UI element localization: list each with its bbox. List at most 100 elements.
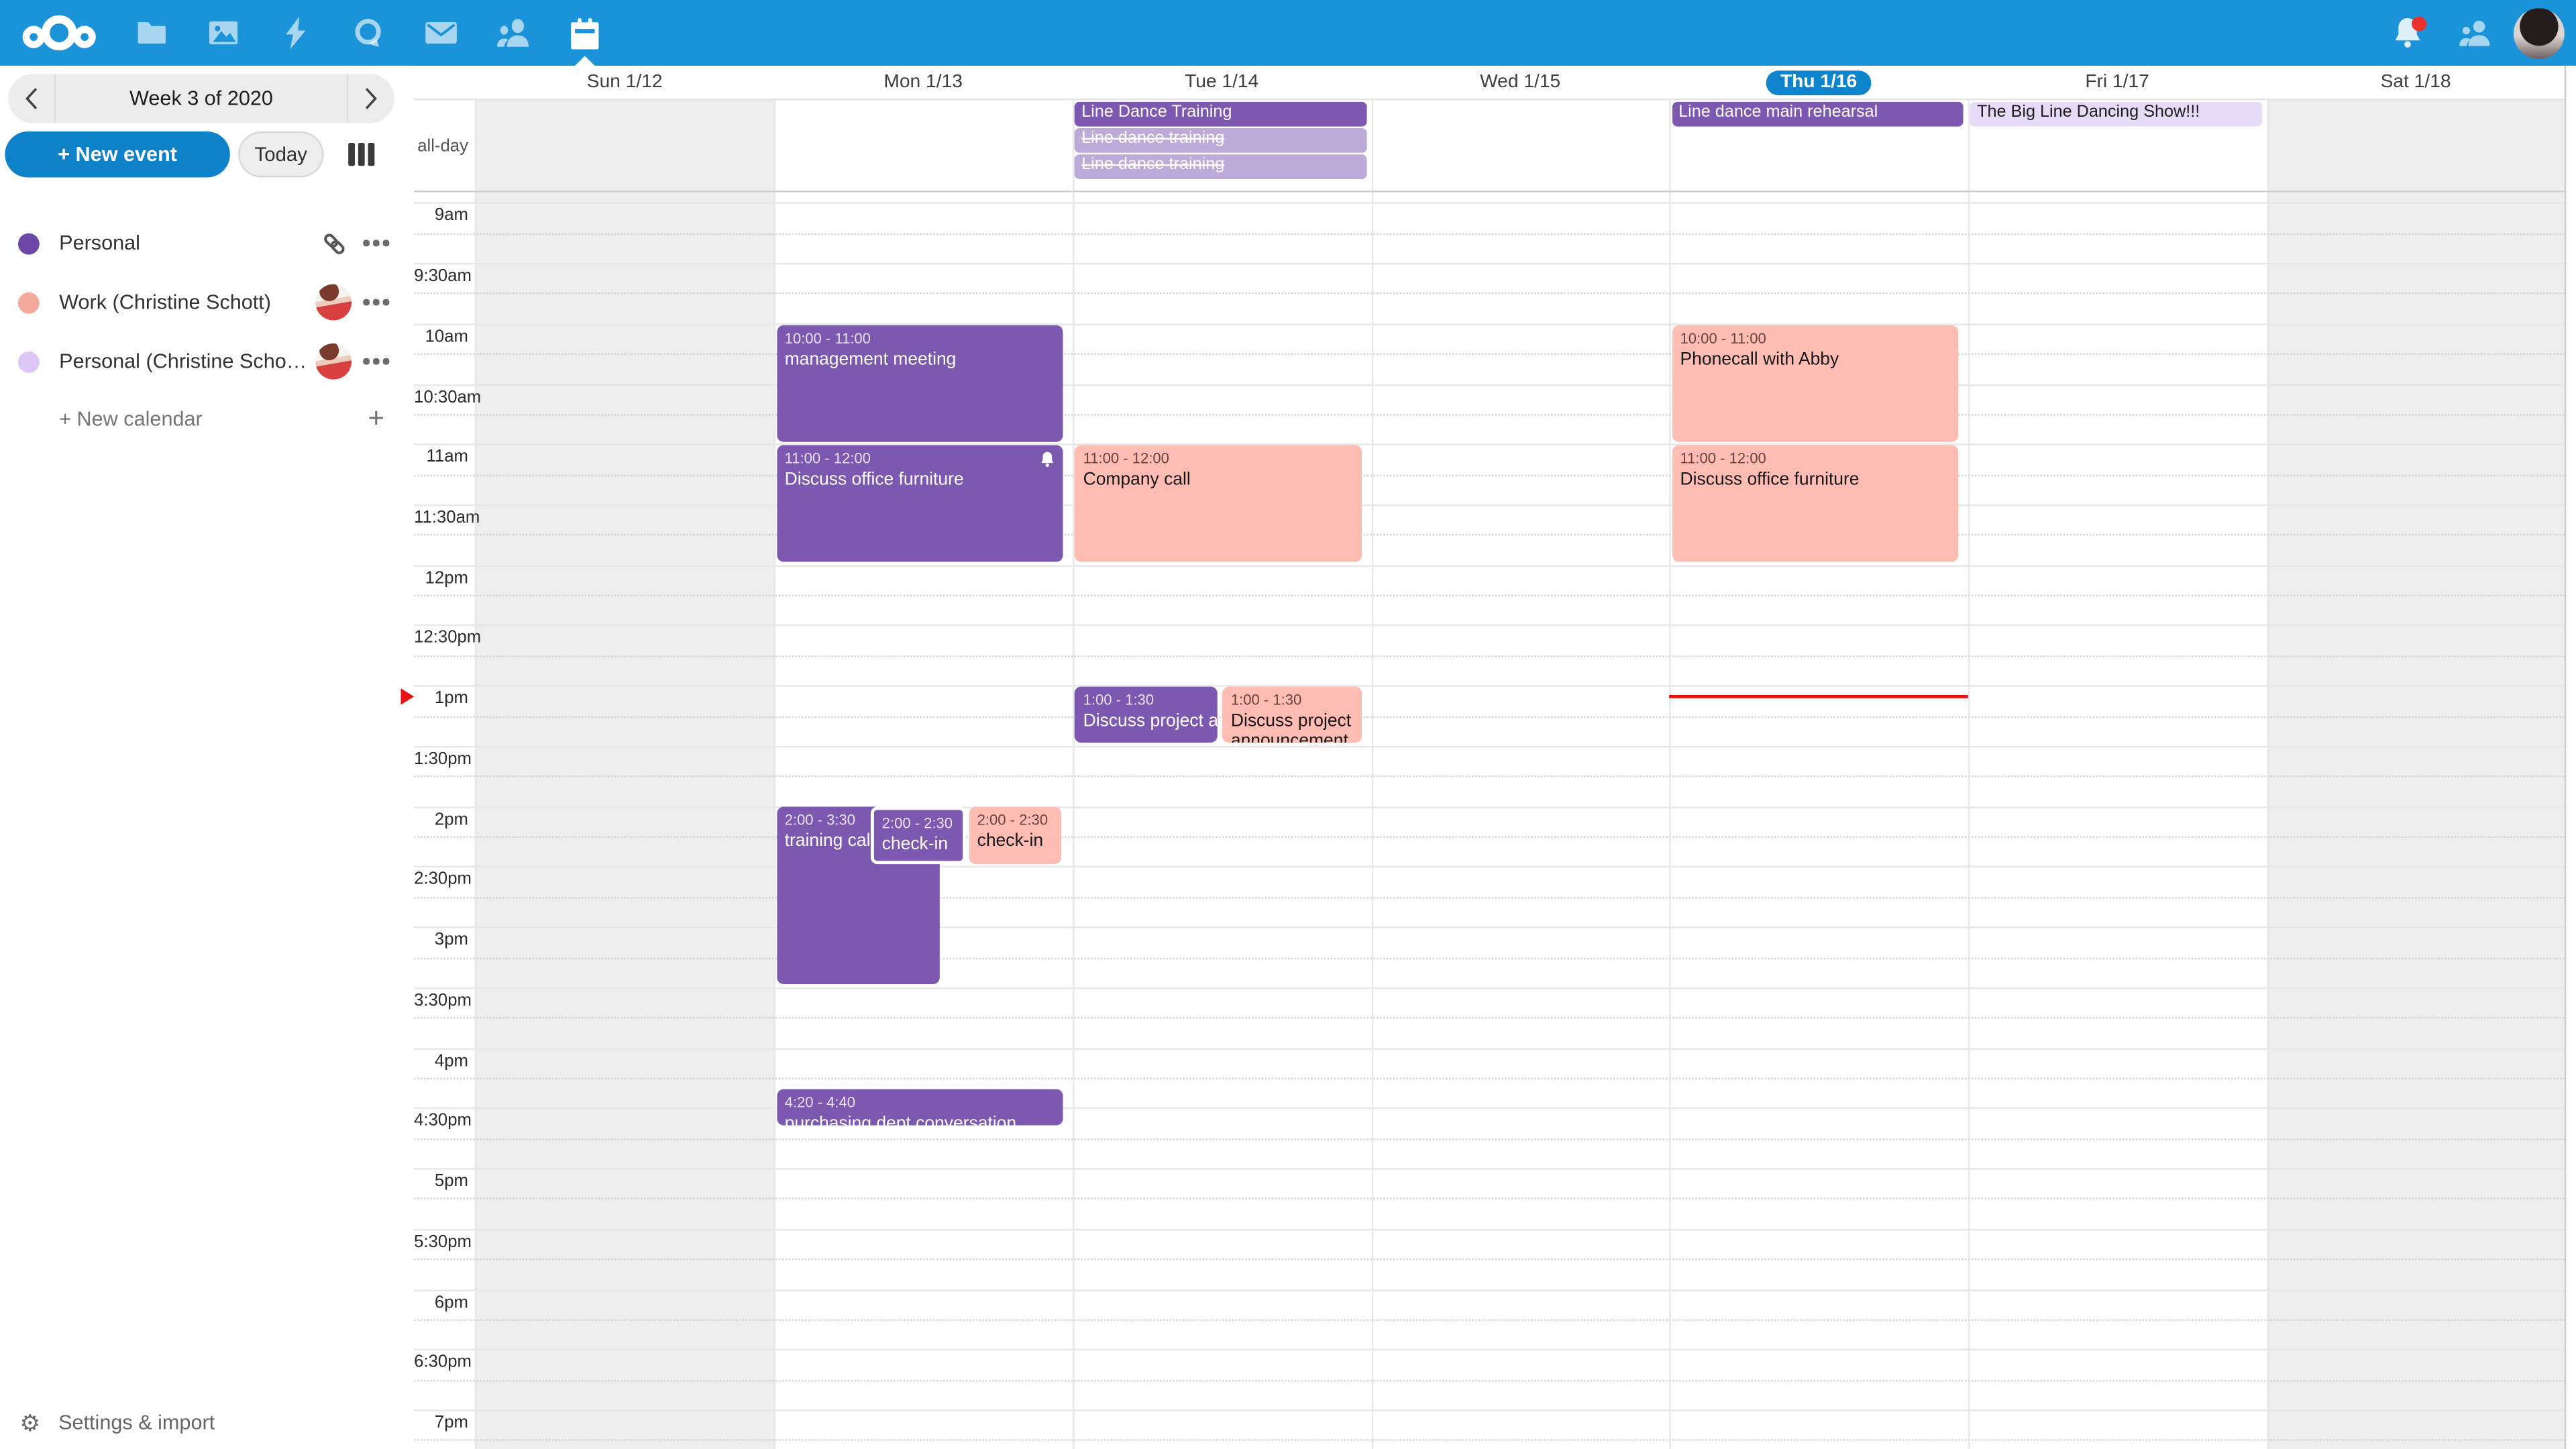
event-title: Company call [1083,470,1356,490]
all-day-event[interactable]: Line Dance Training [1075,103,1366,127]
calendar-list-item[interactable]: Work (Christine Schott) [0,273,414,332]
day-header-tue[interactable]: Tue 1/14 [1073,66,1371,99]
event[interactable]: 11:00 - 12:00Company call [1075,445,1362,562]
settings-label: Settings & import [58,1411,215,1434]
event-time: 10:00 - 11:00 [785,329,1057,347]
nextcloud-calendar-app: Week 3 of 2020 + New event Today Persona… [0,0,2576,1449]
calendar-color-dot [18,292,40,313]
time-axis-label: 2:30pm [414,870,468,892]
day-column[interactable] [1371,193,1670,1449]
event-time: 11:00 - 12:00 [1680,450,1953,468]
day-header-wed[interactable]: Wed 1/15 [1371,66,1670,99]
time-axis-label: 3:30pm [414,990,468,1012]
event[interactable]: 11:00 - 12:00 Discuss office furniture [1672,445,1959,562]
mail-app-icon[interactable] [404,0,476,66]
settings-and-import[interactable]: ⚙ Settings & import [0,1397,414,1449]
time-axis-label: 10am [414,327,468,348]
next-week-button[interactable] [348,74,394,123]
time-axis-label: 5pm [414,1171,468,1193]
calendar-name: Personal [59,231,312,254]
calendar-item-actions [315,284,397,321]
calendar-menu-icon[interactable] [355,299,398,305]
time-axis-label: 7pm [414,1413,468,1434]
calendar-list-item[interactable]: Personal (Christine Scho… [0,332,414,391]
all-day-row: all-day Line Dance TrainingLine dance tr… [414,99,2576,193]
day-header-sun[interactable]: Sun 1/12 [476,66,774,99]
all-day-event[interactable]: The Big Line Dancing Show!!! [1970,103,2262,127]
notifications-bell-icon[interactable] [2382,0,2433,66]
event-time: 11:00 - 12:00 [785,450,1057,468]
view-switcher-icon[interactable] [348,143,374,166]
day-column[interactable] [2267,193,2565,1449]
calendar-app-icon[interactable] [549,0,621,66]
event-title: check-in [977,832,1055,851]
calendar-menu-icon[interactable] [355,240,398,246]
event[interactable]: 2:00 - 2:30check-in [871,808,966,864]
contacts-app-icon[interactable] [476,0,549,66]
event-title: Discuss project announcement [1083,711,1212,731]
today-button[interactable]: Today [238,131,323,178]
calendar-name: Personal (Christine Scho… [59,350,315,373]
new-event-button[interactable]: + New event [5,131,230,178]
day-column[interactable] [476,193,774,1449]
scrollbar[interactable] [2565,66,2576,1449]
previous-week-button[interactable] [8,74,54,123]
calendar-color-dot [18,351,40,372]
event-title: Discuss office furniture [1680,470,1953,490]
time-axis-label: 10:30am [414,387,468,409]
topbar-right [2382,0,2565,66]
time-axis-label: 1:30pm [414,749,468,771]
time-axis-label: 2pm [414,810,468,831]
event[interactable]: 2:00 - 2:30check-in [969,808,1061,864]
day-header-sat[interactable]: Sat 1/18 [2267,66,2565,99]
time-axis-label: 6pm [414,1292,468,1313]
event-time: 10:00 - 11:00 [1680,329,1953,347]
new-calendar-button[interactable]: + New calendar+ [0,389,414,448]
time-axis-label: 6:30pm [414,1352,468,1374]
time-axis-label: 4:30pm [414,1111,468,1132]
all-day-event[interactable]: Line dance main rehearsal [1672,103,1964,127]
time-axis-label: 1pm [414,689,468,710]
nextcloud-logo[interactable] [19,13,99,53]
calendar-list-item[interactable]: Personal [0,213,414,272]
time-axis-label: 12:30pm [414,629,468,650]
event[interactable]: 10:00 - 11:00Phonecall with Abby [1672,325,1959,441]
contacts-menu-icon[interactable] [2448,0,2499,66]
all-day-cell[interactable] [476,101,774,191]
time-axis-label: 9am [414,206,468,227]
event[interactable]: 10:00 - 11:00management meeting [776,325,1063,441]
time-axis-label: 11am [414,447,468,469]
time-axis-label: 4pm [414,1051,468,1072]
all-day-cell[interactable] [1371,101,1670,191]
event[interactable]: 4:20 - 4:40purchasing dept conversation [776,1089,1063,1125]
talk-app-icon[interactable] [332,0,405,66]
all-day-cell[interactable] [774,101,1073,191]
user-avatar[interactable] [2514,7,2565,58]
new-calendar-label: + New calendar [59,407,355,430]
calendar-name: Work (Christine Schott) [59,290,315,313]
time-axis-label: 9:30am [414,266,468,288]
event-title: purchasing dept conversation [785,1114,1057,1133]
all-day-event[interactable]: Line dance training [1075,129,1366,153]
plus-icon: + [355,402,398,435]
gear-icon: ⚙ [19,1409,40,1437]
event-title: check-in [882,835,956,855]
event[interactable]: 1:00 - 1:30Discuss project announcement [1075,687,1218,743]
event[interactable]: 1:00 - 1:30Discuss project announcement [1223,687,1363,743]
calendar-menu-icon[interactable] [355,359,398,364]
calendar-item-actions [312,231,397,256]
files-app-icon[interactable] [115,0,187,66]
day-column[interactable] [1968,193,2267,1449]
week-label[interactable]: Week 3 of 2020 [56,87,346,110]
day-header-fri[interactable]: Fri 1/17 [1968,66,2267,99]
activity-app-icon[interactable] [260,0,332,66]
event[interactable]: 11:00 - 12:00Discuss office furniture [776,445,1063,562]
day-header-mon[interactable]: Mon 1/13 [774,66,1073,99]
all-day-event[interactable]: Line dance training [1075,155,1366,179]
day-header-thu[interactable]: Thu 1/16 [1670,66,1968,99]
photos-app-icon[interactable] [187,0,260,66]
all-day-cell[interactable] [2267,101,2565,191]
share-link-icon[interactable] [312,231,355,256]
day-column[interactable] [1073,193,1371,1449]
event-time: 4:20 - 4:40 [785,1094,1057,1112]
